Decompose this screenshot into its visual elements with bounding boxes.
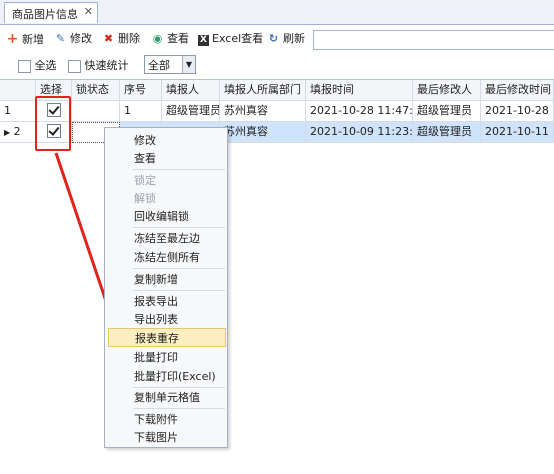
menu-separator [133,169,225,170]
menu-item-view[interactable]: 查看 [108,149,226,168]
menu-item-download-attachment[interactable]: 下载附件 [108,410,226,429]
menu-item-unlock: 解锁 [134,192,156,205]
menu-separator [133,408,225,409]
menu-item-freeze-left-all[interactable]: 冻结左侧所有 [108,248,226,267]
menu-item-copy-new[interactable]: 复制新增 [108,270,226,289]
menu-item-download-image[interactable]: 下载图片 [108,428,226,447]
menu-item-lock: 锁定 [134,174,156,187]
menu-item-recycle-lock[interactable]: 回收编辑锁 [108,207,226,226]
menu-item-report-export[interactable]: 报表导出 [108,292,226,311]
menu-item-export-list[interactable]: 导出列表 [108,310,226,329]
annotation-arrow [54,152,120,338]
menu-separator [133,268,225,269]
menu-separator [133,290,225,291]
menu-item-copy-cell[interactable]: 复制单元格值 [108,388,226,407]
context-menu: 修改 查看 锁定 解锁 回收编辑锁 冻结至最左边 冻结左侧所有 复制新增 报表导… [104,127,228,448]
menu-item-freeze-left[interactable]: 冻结至最左边 [108,229,226,248]
menu-item-edit[interactable]: 修改 [108,131,226,150]
menu-separator [133,227,225,228]
menu-item-report-save[interactable]: 报表重存 [108,328,226,347]
menu-item-batch-print[interactable]: 批量打印 [108,348,226,367]
menu-item-batch-print-excel[interactable]: 批量打印(Excel) [108,367,226,386]
